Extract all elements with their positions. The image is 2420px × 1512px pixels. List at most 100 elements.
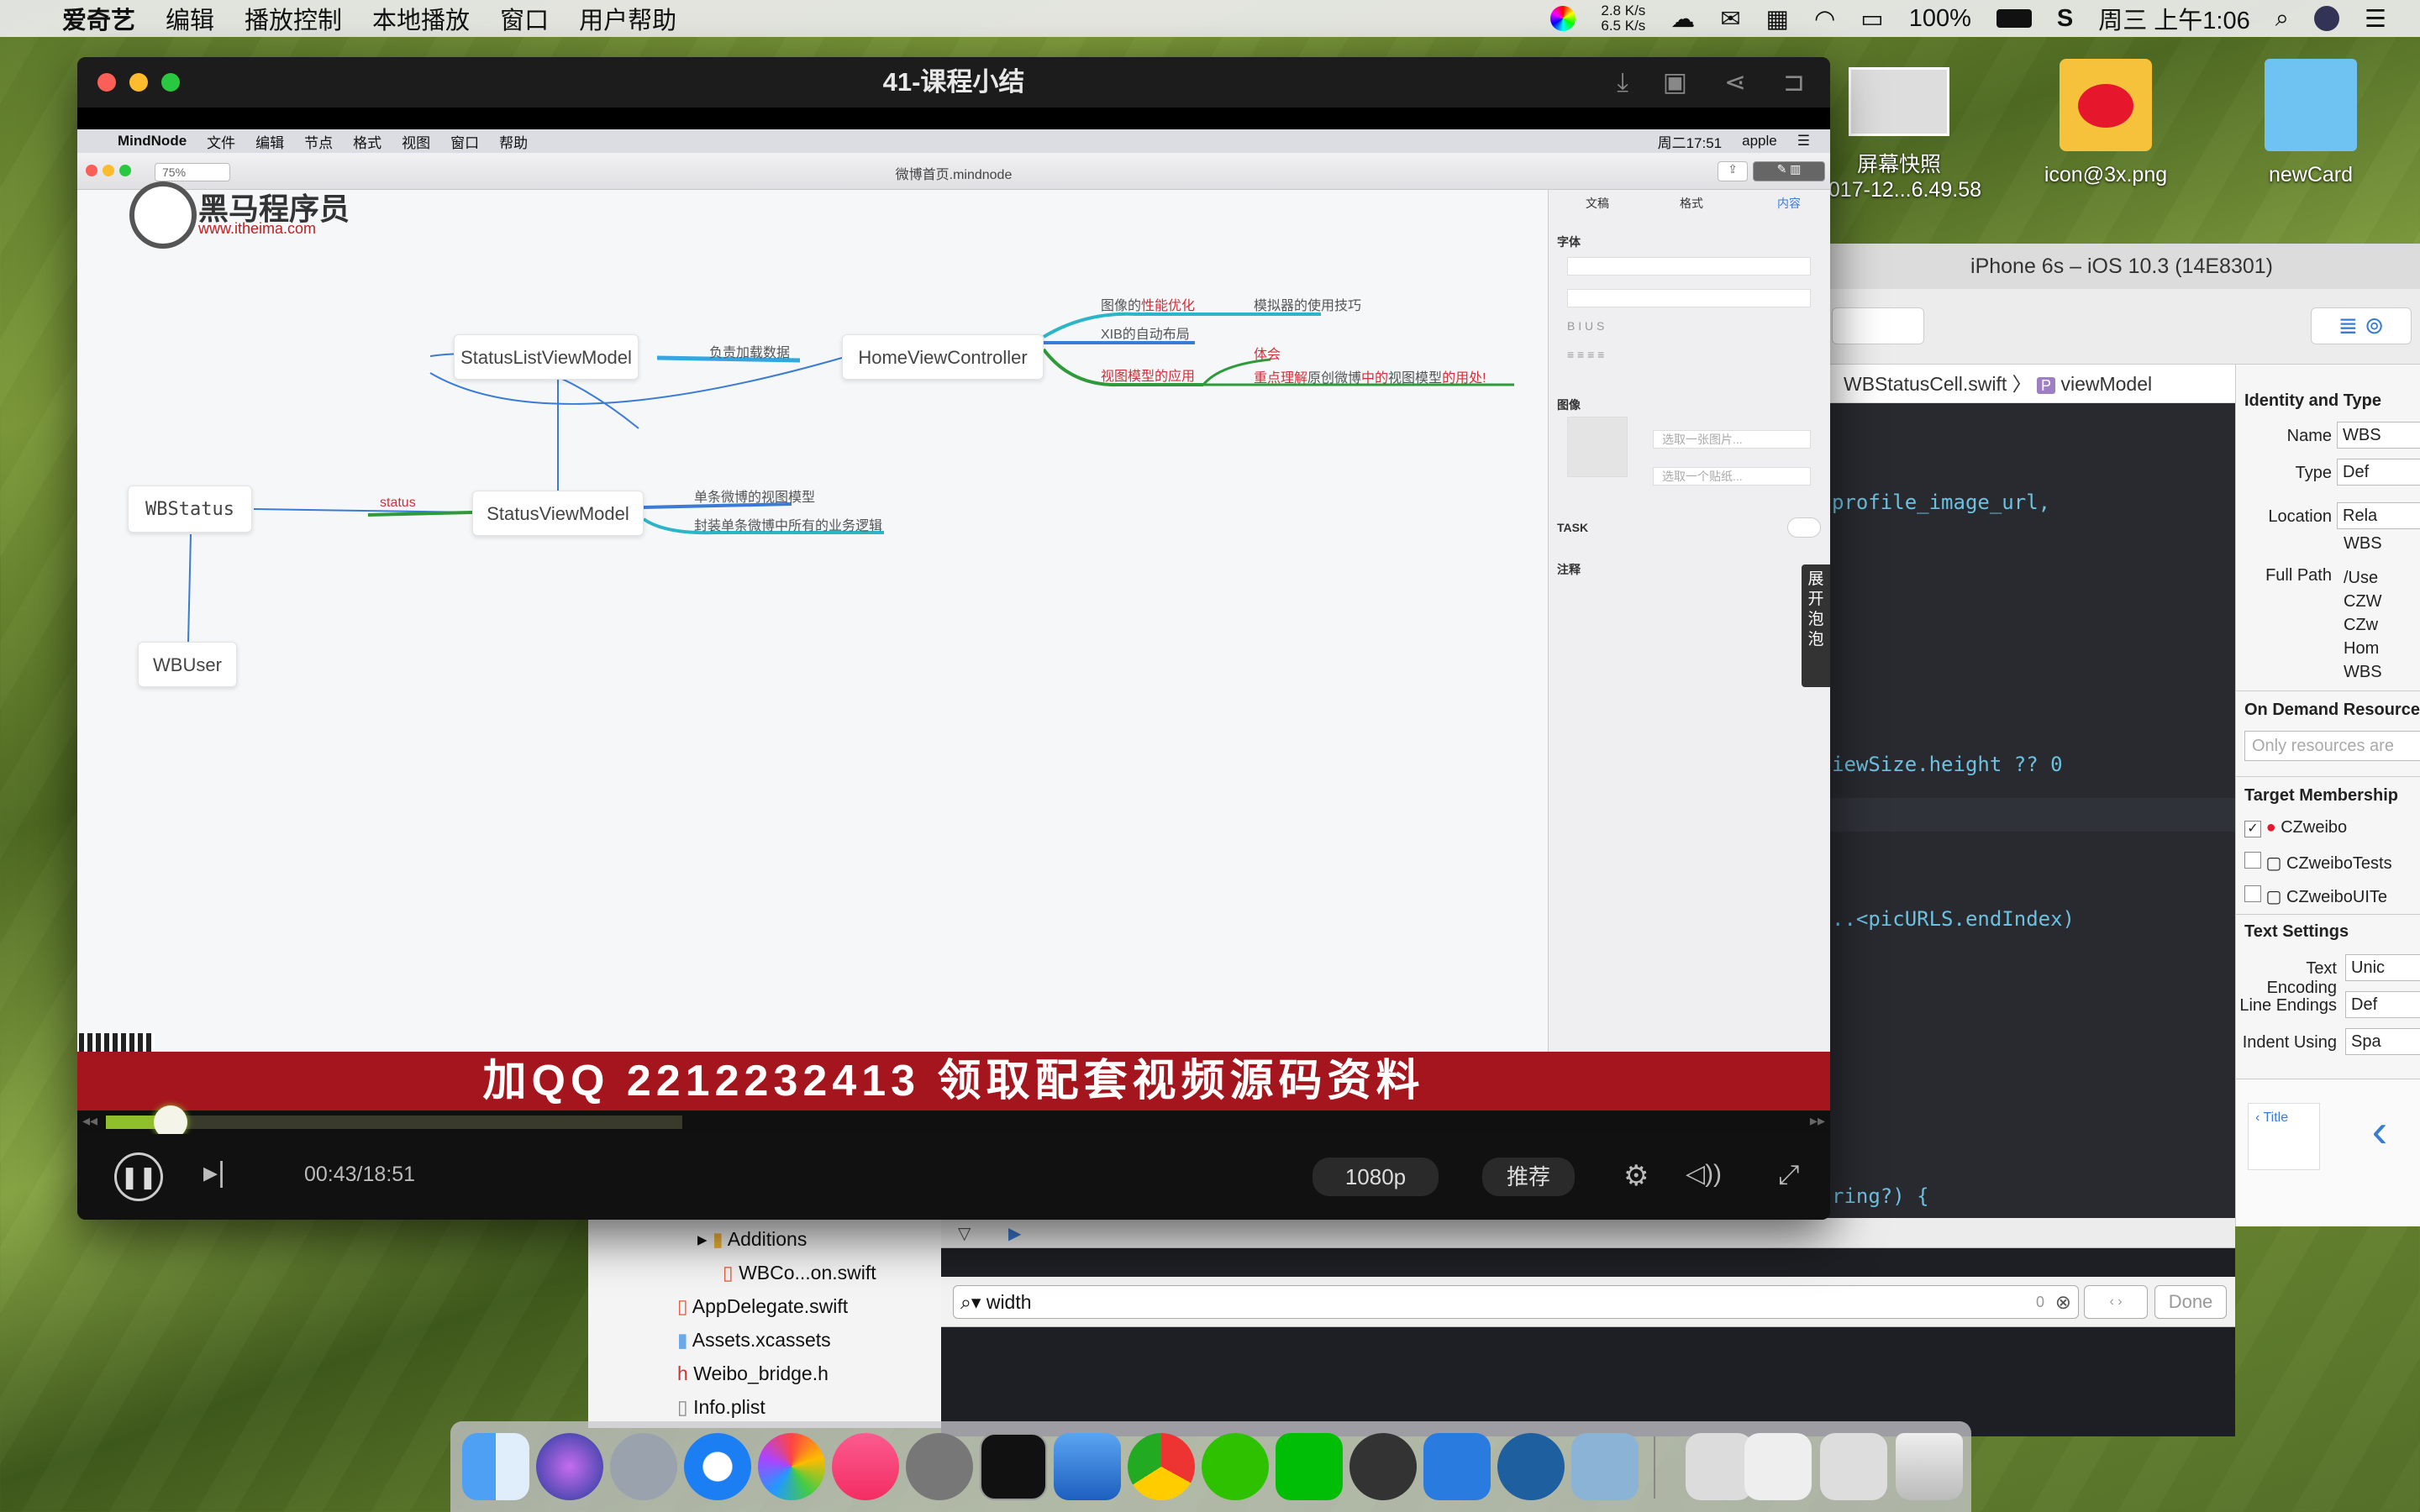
instruments-icon[interactable]: [1349, 1433, 1417, 1500]
clear-icon: ⊗: [2054, 1291, 2071, 1313]
menu-item-local[interactable]: 本地播放: [372, 1, 470, 36]
find-field[interactable]: ⌕▾ width 0 ⊗: [953, 1285, 2079, 1319]
menu-item-help[interactable]: 用户帮助: [579, 1, 676, 36]
sourcetree-icon[interactable]: [1497, 1433, 1565, 1500]
tv-cast-icon[interactable]: ▣: [1663, 57, 1687, 108]
breadcrumb-file[interactable]: WBStatusCell.swift: [1844, 373, 2007, 395]
menu-item-edit[interactable]: 编辑: [166, 1, 214, 36]
launchpad-icon[interactable]: [610, 1433, 677, 1500]
label-insight: 体会: [1254, 348, 1281, 362]
scheme-field[interactable]: [1832, 307, 1924, 344]
download-icon[interactable]: ⤓: [1617, 57, 1628, 108]
target-row[interactable]: ✓ ● CZweibo: [2244, 818, 2347, 837]
zoom-button[interactable]: [161, 73, 180, 92]
encoding-select[interactable]: Unic: [2345, 954, 2420, 981]
nav-item-file[interactable]: ▯ Info.plist: [677, 1396, 765, 1419]
document-stack-icon[interactable]: [1744, 1433, 1812, 1500]
itunes-icon[interactable]: [832, 1433, 899, 1500]
library-item-navbar[interactable]: ‹ Title: [2248, 1103, 2320, 1170]
checkbox-icon[interactable]: [2244, 852, 2261, 869]
safari-icon[interactable]: [684, 1433, 751, 1500]
desktop-icon-sub: 2017-12...6.49.58: [1817, 178, 1981, 202]
quality-button[interactable]: 1080p: [1313, 1158, 1439, 1196]
nav-item-assets[interactable]: ▮ Assets.xcassets: [677, 1329, 831, 1352]
type-select[interactable]: Def: [2337, 459, 2420, 486]
chrome-icon[interactable]: [1128, 1433, 1195, 1500]
wechat-icon[interactable]: ✉: [1720, 4, 1740, 34]
editor-mode-icon[interactable]: ≣ ⊚: [2311, 307, 2412, 344]
screenshot-stack-icon[interactable]: [1820, 1433, 1887, 1500]
user-avatar-icon[interactable]: [2314, 6, 2339, 31]
find-prev-next[interactable]: ‹ ›: [2084, 1285, 2148, 1319]
wechat-icon[interactable]: [1202, 1433, 1269, 1500]
fast-forward-icon[interactable]: ▸▸: [1810, 1112, 1825, 1130]
checkbox-icon[interactable]: [2244, 885, 2261, 902]
wifi-icon[interactable]: ◠: [1814, 4, 1835, 34]
rewind-icon[interactable]: ◂◂: [82, 1112, 97, 1130]
nav-item-additions[interactable]: ▸ ▮ Additions: [697, 1228, 807, 1251]
find-done-button[interactable]: Done: [2154, 1285, 2227, 1319]
progress-bar[interactable]: ◂◂ ▸▸: [77, 1105, 1830, 1139]
xcode-toolbar: ≣ ⊚: [1823, 289, 2420, 365]
desktop-icon-weibo-png[interactable]: icon@3x.png: [2022, 59, 2190, 187]
menu-app[interactable]: 爱奇艺: [62, 1, 135, 36]
share-icon[interactable]: ⋖: [1724, 57, 1746, 108]
expand-bubble-tab[interactable]: 展开泡泡: [1802, 564, 1830, 687]
cloud-icon[interactable]: ☁: [1670, 4, 1695, 34]
sync-icon[interactable]: S: [2057, 5, 2073, 33]
location-select[interactable]: Rela: [2337, 502, 2420, 529]
dock-divider: [1654, 1436, 1655, 1499]
target-row[interactable]: ▢ CZweiboUITe: [2244, 885, 2387, 907]
folder-icon: [2265, 59, 2357, 151]
menu-item-window[interactable]: 窗口: [500, 1, 549, 36]
photos-icon[interactable]: [758, 1433, 825, 1500]
downloads-stack-icon[interactable]: [1686, 1433, 1753, 1500]
system-preferences-icon[interactable]: [906, 1433, 973, 1500]
search-icon[interactable]: ⌕: [2275, 5, 2289, 33]
pin-window-icon[interactable]: ⊐: [1783, 57, 1805, 108]
desktop-icon-screenshot[interactable]: 屏幕快照 2017-12...6.49.58: [1815, 67, 1983, 202]
menu-item-playback[interactable]: 播放控制: [245, 1, 342, 36]
pause-icon[interactable]: ❚❚: [114, 1152, 163, 1201]
endings-select[interactable]: Def: [2345, 991, 2420, 1018]
volume-icon[interactable]: ◁)): [1686, 1159, 1722, 1189]
close-button[interactable]: [97, 73, 116, 92]
breadcrumb-symbol[interactable]: viewModel: [2060, 373, 2152, 395]
nav-item-file[interactable]: ▯ WBCo...on.swift: [723, 1262, 876, 1284]
recommend-button[interactable]: 推荐: [1482, 1158, 1575, 1196]
xcode-icon[interactable]: [1054, 1433, 1121, 1500]
color-wheel-icon[interactable]: [1550, 6, 1576, 31]
terminal-icon[interactable]: [980, 1433, 1047, 1500]
code-editor[interactable]: profile_image_url, iewSize.height ?? 0 .…: [1823, 403, 2235, 1226]
siri-icon[interactable]: [536, 1433, 603, 1500]
simulator-icon[interactable]: [1423, 1433, 1491, 1500]
airplay-icon[interactable]: ▭: [1860, 4, 1883, 34]
nav-item-file[interactable]: h Weibo_bridge.h: [677, 1362, 829, 1385]
fullscreen-icon[interactable]: ⤢: [1778, 1159, 1800, 1191]
location-value: WBS: [2344, 534, 2382, 553]
grid-icon[interactable]: ▦: [1766, 4, 1789, 34]
trash-icon[interactable]: [1896, 1433, 1963, 1500]
breakpoint-icon[interactable]: ▶: [1008, 1223, 1021, 1244]
menubar-clock[interactable]: 周三 上午1:06: [2098, 1, 2250, 36]
next-icon[interactable]: ▸|: [203, 1156, 225, 1189]
preview-icon[interactable]: [1571, 1433, 1639, 1500]
battery-icon[interactable]: [1996, 9, 2032, 28]
iqiyi-icon[interactable]: [1276, 1433, 1343, 1500]
nav-item-file[interactable]: ▯ AppDelegate.swift: [677, 1295, 848, 1318]
indent-select[interactable]: Spa: [2345, 1028, 2420, 1055]
ondemand-tags-field[interactable]: Only resources are: [2244, 731, 2420, 761]
name-field[interactable]: WBS: [2337, 422, 2420, 449]
finder-icon[interactable]: [462, 1433, 529, 1500]
checkbox-checked-icon[interactable]: ✓: [2244, 821, 2261, 837]
notification-list-icon[interactable]: ☰: [2365, 4, 2386, 34]
desktop-icon-newcard[interactable]: newCard: [2227, 59, 2395, 187]
battery-text[interactable]: 100%: [1909, 5, 1971, 33]
minimize-button[interactable]: [129, 73, 148, 92]
filter-icon[interactable]: ▽: [958, 1223, 971, 1244]
settings-gear-icon[interactable]: ⚙: [1623, 1159, 1649, 1193]
target-row[interactable]: ▢ CZweiboTests: [2244, 852, 2392, 874]
back-chevron-icon[interactable]: ‹: [2344, 1103, 2416, 1170]
share-icon: ⇪: [1718, 161, 1748, 181]
folder-icon: ▮: [712, 1228, 723, 1250]
